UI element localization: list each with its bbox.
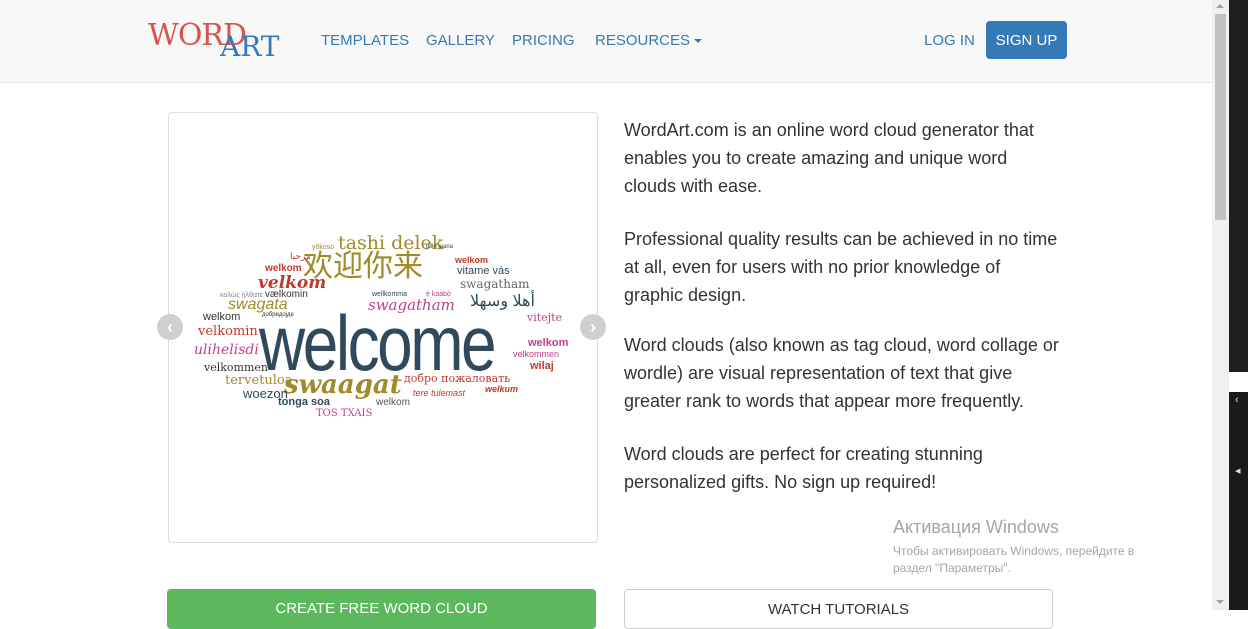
scroll-down-icon[interactable]	[1216, 600, 1224, 604]
chevron-left-icon[interactable]: ‹	[157, 314, 183, 340]
collapse-icon[interactable]: ‹	[1235, 394, 1239, 406]
chevron-right-icon[interactable]: ›	[580, 314, 606, 340]
create-word-cloud-button[interactable]: CREATE FREE WORD CLOUD	[167, 589, 596, 629]
caret-down-icon	[694, 39, 703, 44]
intro-paragraph-1: WordArt.com is an online word cloud gene…	[624, 120, 1034, 196]
windows-activation-title: Активация Windows	[893, 517, 1059, 537]
side-panel-bottom: ‹ ◂	[1229, 392, 1248, 610]
side-panel-top	[1229, 0, 1248, 372]
nav-resources-label: RESOURCES	[595, 32, 691, 49]
logo-art: ART	[220, 30, 280, 63]
wordart-logo[interactable]: WORD ART	[148, 14, 298, 64]
windows-activation-line1: Чтобы активировать Windows, перейдите в	[893, 544, 1135, 558]
nav-pricing[interactable]: PRICING	[512, 32, 575, 49]
signup-button[interactable]: SIGN UP	[986, 21, 1067, 59]
login-link[interactable]: LOG IN	[924, 32, 975, 49]
nav-resources[interactable]: RESOURCES	[595, 32, 703, 49]
scroll-up-icon[interactable]	[1216, 4, 1224, 8]
speaker-icon[interactable]: ◂	[1235, 464, 1241, 477]
scroll-thumb[interactable]	[1215, 14, 1226, 220]
nav-templates[interactable]: TEMPLATES	[321, 32, 409, 49]
windows-activation-line2: раздел "Параметры".	[893, 561, 1011, 575]
word-cloud-carousel	[168, 112, 598, 543]
intro-paragraph-2: Professional quality results can be achi…	[624, 229, 1058, 305]
windows-activation-text: Чтобы активировать Windows, перейдите в …	[893, 543, 1193, 577]
top-navbar: WORD ART TEMPLATES GALLERY PRICING RESOU…	[0, 0, 1212, 83]
nav-gallery[interactable]: GALLERY	[426, 32, 495, 49]
page-scrollbar[interactable]	[1212, 0, 1229, 610]
intro-paragraph-4: Word clouds are perfect for creating stu…	[624, 444, 983, 492]
watch-tutorials-button[interactable]: WATCH TUTORIALS	[624, 589, 1053, 629]
intro-paragraph-3: Word clouds (also known as tag cloud, wo…	[624, 335, 1059, 411]
